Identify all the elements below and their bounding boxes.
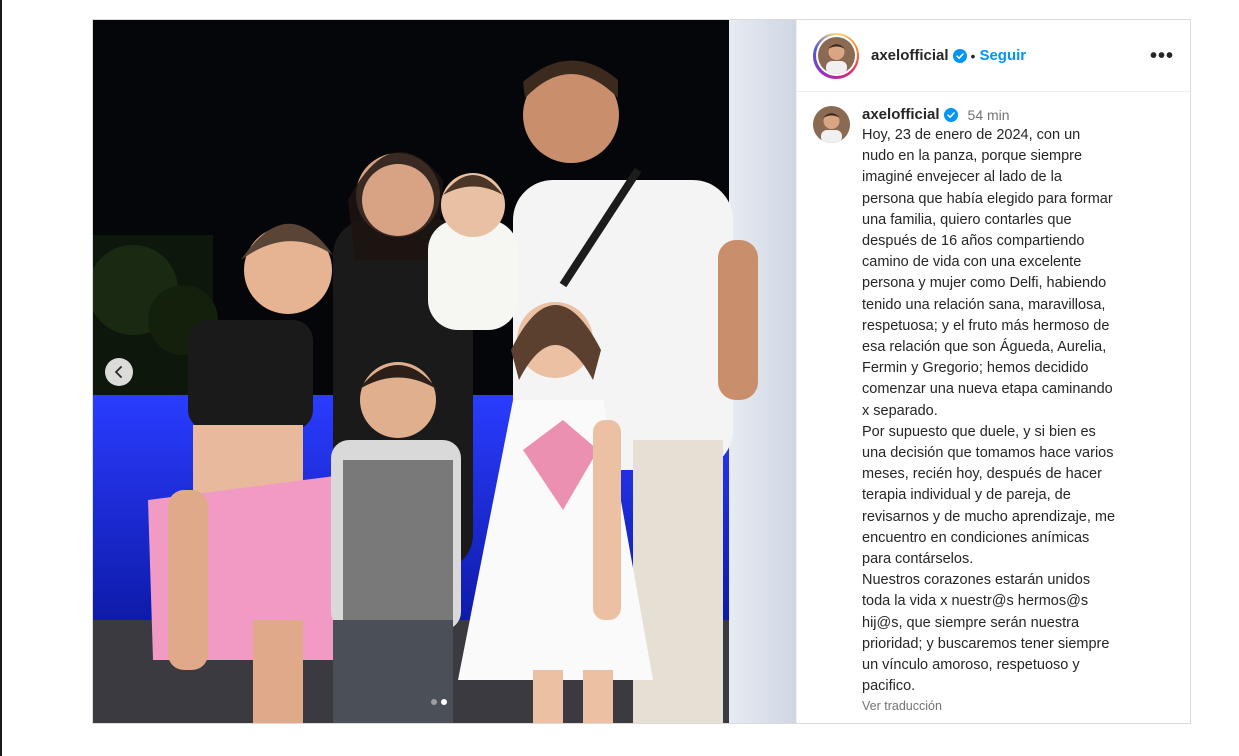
more-options-icon[interactable]: ••• bbox=[1150, 46, 1174, 66]
comment-body: axelofficial 54 min Hoy, 23 de enero de … bbox=[862, 106, 1154, 713]
post-sidebar: axelofficial • Seguir ••• axelofficial 5… bbox=[796, 20, 1190, 723]
header-separator: • bbox=[970, 47, 976, 64]
avatar-ring-inner bbox=[815, 35, 857, 76]
instagram-post: axelofficial • Seguir ••• axelofficial 5… bbox=[92, 19, 1191, 724]
caption-text: Hoy, 23 de enero de 2024, con un nudo en… bbox=[862, 127, 1116, 695]
see-translation-link[interactable]: Ver traducción bbox=[862, 699, 1154, 713]
verified-badge-icon bbox=[952, 48, 967, 63]
post-photo[interactable] bbox=[93, 20, 796, 723]
chevron-left-icon bbox=[115, 366, 122, 378]
follow-button[interactable]: Seguir bbox=[979, 47, 1026, 64]
caption-comment: axelofficial 54 min Hoy, 23 de enero de … bbox=[813, 106, 1174, 713]
avatar bbox=[817, 37, 855, 74]
carousel-dots bbox=[431, 699, 447, 705]
carousel-dot[interactable] bbox=[431, 699, 437, 705]
verified-badge-icon bbox=[943, 107, 958, 122]
comment-timestamp[interactable]: 54 min bbox=[968, 107, 1010, 123]
comment-username[interactable]: axelofficial bbox=[862, 106, 940, 123]
carousel-previous-button[interactable] bbox=[105, 358, 133, 386]
story-ring[interactable] bbox=[813, 32, 859, 79]
header-user-block: axelofficial • Seguir bbox=[871, 47, 1026, 64]
family-photo-illustration bbox=[93, 20, 796, 723]
carousel-dot-active[interactable] bbox=[441, 699, 447, 705]
comment-avatar[interactable] bbox=[813, 106, 850, 143]
left-edge-bar bbox=[0, 0, 2, 756]
header-username[interactable]: axelofficial bbox=[871, 47, 949, 64]
post-header: axelofficial • Seguir ••• bbox=[797, 20, 1190, 92]
comment-meta: axelofficial 54 min bbox=[862, 106, 1154, 123]
